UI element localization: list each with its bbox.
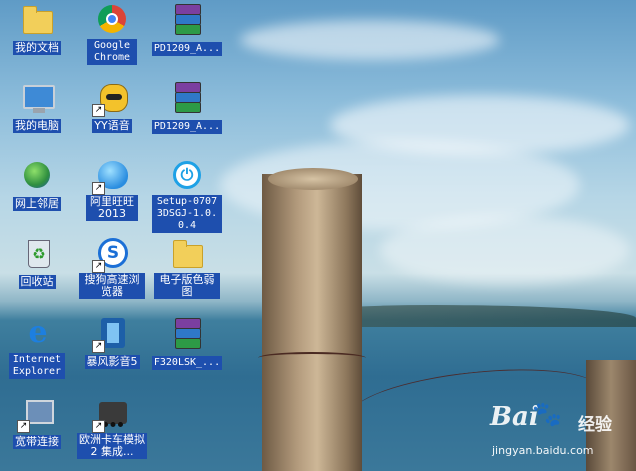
desktop-icon-baofeng[interactable]: ↗ 暴风影音5 bbox=[75, 316, 149, 369]
cloud bbox=[240, 20, 500, 60]
broadband-icon bbox=[26, 400, 54, 424]
wire-loop bbox=[258, 352, 366, 364]
icon-label: PD1209_A... bbox=[151, 120, 223, 134]
icon-label: 宽带连接 bbox=[13, 435, 61, 449]
desktop-icon-my-computer[interactable]: 我的电脑 bbox=[0, 80, 74, 133]
icon-label: 阿里旺旺2013 bbox=[86, 195, 138, 221]
desktop-icon-internet-explorer[interactable]: e Internet Explorer bbox=[0, 316, 74, 379]
watermark-brand-cn: 经验 bbox=[578, 415, 612, 435]
desktop-icon-my-documents[interactable]: 我的文档 bbox=[0, 2, 74, 55]
icon-label: 暴风影音5 bbox=[84, 355, 140, 369]
icon-label: Internet Explorer bbox=[9, 353, 65, 379]
ie-icon: e bbox=[28, 315, 48, 350]
network-icon bbox=[24, 162, 50, 188]
chrome-icon bbox=[98, 5, 126, 33]
cloud bbox=[380, 215, 630, 285]
icon-label: 网上邻居 bbox=[13, 197, 61, 211]
power-icon: ⏻ bbox=[173, 161, 201, 189]
folder-icon bbox=[23, 6, 53, 34]
icon-label: PD1209_A... bbox=[151, 42, 223, 56]
desktop-icon-broadband[interactable]: ↗ 宽带连接 bbox=[0, 396, 74, 449]
paw-icon: 🐾 bbox=[532, 400, 562, 428]
baidu-jingyan-watermark: Bai 🐾 经验 jingyan.baidu.com bbox=[490, 400, 630, 460]
wooden-post-top bbox=[268, 168, 358, 190]
desktop-icon-color-blind-charts[interactable]: 电子版色弱图 bbox=[150, 236, 224, 299]
icon-label: 搜狗高速浏览器 bbox=[79, 273, 145, 299]
icon-label: 我的电脑 bbox=[13, 119, 61, 133]
desktop-icon-google-chrome[interactable]: Google Chrome bbox=[75, 2, 149, 65]
computer-icon bbox=[23, 85, 55, 113]
desktop-icon-recycle-bin[interactable]: ♻ 回收站 bbox=[0, 236, 74, 289]
shortcut-arrow-icon: ↗ bbox=[92, 340, 105, 353]
folder-icon bbox=[173, 240, 203, 268]
desktop-icon-pd1209-a-2[interactable]: PD1209_A... bbox=[150, 80, 224, 134]
winrar-icon bbox=[175, 318, 201, 349]
desktop-icon-aliwangwang[interactable]: ↗ 阿里旺旺2013 bbox=[75, 158, 149, 221]
recycle-bin-icon: ♻ bbox=[28, 240, 50, 268]
desktop-icon-pd1209-a[interactable]: PD1209_A... bbox=[150, 2, 224, 56]
icon-label: YY语音 bbox=[92, 119, 132, 133]
icon-label: 欧洲卡车模拟2 集成... bbox=[77, 433, 147, 459]
desktop-icon-network-places[interactable]: 网上邻居 bbox=[0, 158, 74, 211]
icon-label: Google Chrome bbox=[87, 39, 137, 65]
desktop-icon-yy[interactable]: ↗ YY语音 bbox=[75, 80, 149, 133]
watermark-url: jingyan.baidu.com bbox=[492, 444, 594, 457]
winrar-icon bbox=[175, 82, 201, 113]
icon-label: Setup-07073DSGJ-1.0.0.4 bbox=[152, 195, 222, 233]
icon-label: 我的文档 bbox=[13, 41, 61, 55]
desktop-icon-euro-truck[interactable]: ↗ 欧洲卡车模拟2 集成... bbox=[75, 396, 149, 459]
shortcut-arrow-icon: ↗ bbox=[92, 104, 105, 117]
icon-label: 电子版色弱图 bbox=[154, 273, 220, 299]
desktop-icon-f320lsk[interactable]: F320LSK_... bbox=[150, 316, 224, 370]
desktop-icon-sogou[interactable]: S ↗ 搜狗高速浏览器 bbox=[75, 236, 149, 299]
wooden-post bbox=[262, 174, 362, 471]
icon-label: F320LSK_... bbox=[151, 356, 223, 370]
icon-label: 回收站 bbox=[18, 275, 56, 289]
desktop-icon-setup-07073dsgj[interactable]: ⏻ Setup-07073DSGJ-1.0.0.4 bbox=[150, 158, 224, 233]
shortcut-arrow-icon: ↗ bbox=[92, 420, 105, 433]
shortcut-arrow-icon: ↗ bbox=[92, 260, 105, 273]
shortcut-arrow-icon: ↗ bbox=[17, 420, 30, 433]
shortcut-arrow-icon: ↗ bbox=[92, 182, 105, 195]
winrar-icon bbox=[175, 4, 201, 35]
